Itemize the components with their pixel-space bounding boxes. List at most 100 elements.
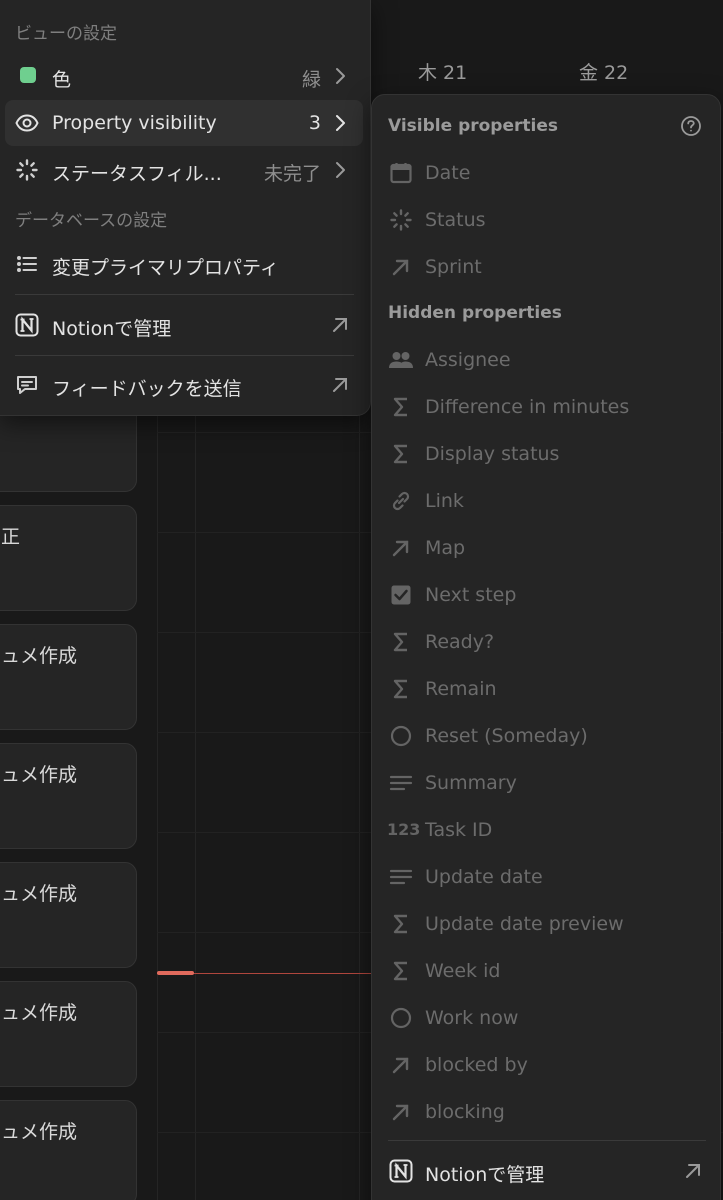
property-name: Display status xyxy=(425,443,560,465)
manage-in-notion-label: Notionで管理 xyxy=(52,318,172,340)
status-filter-label: ステータスフィル... xyxy=(52,163,222,185)
property-name: Link xyxy=(425,490,464,512)
property-name: Update date xyxy=(425,866,543,888)
color-swatch xyxy=(20,67,36,83)
property-row-date[interactable]: Date xyxy=(372,150,722,196)
list-icon xyxy=(15,252,39,276)
text-lines-icon xyxy=(388,865,414,889)
send-feedback-menu-item[interactable]: フィードバックを送信 xyxy=(5,362,363,408)
property-name: Update date preview xyxy=(425,913,624,935)
panel-divider xyxy=(388,1140,706,1141)
task-card[interactable]: 正 xyxy=(0,505,137,611)
property-row-sprint[interactable]: Sprint xyxy=(372,244,722,290)
property-row-ready[interactable]: Ready? xyxy=(372,619,722,665)
property-name: Status xyxy=(425,209,486,231)
property-row-work-now[interactable]: Work now xyxy=(372,995,722,1041)
feedback-chat-icon xyxy=(15,373,39,397)
property-row-reset-someday[interactable]: Reset (Someday) xyxy=(372,713,722,759)
property-name: Difference in minutes xyxy=(425,396,630,418)
task-card[interactable]: ュメ作成 xyxy=(0,1100,137,1200)
external-arrow-icon xyxy=(682,1160,704,1182)
property-row-update-date-preview[interactable]: Update date preview xyxy=(372,901,722,947)
day-header-thu[interactable]: 木 21 xyxy=(418,58,467,85)
formula-sigma-icon xyxy=(388,630,414,654)
task-card-title: ュメ作成 xyxy=(1,764,78,786)
view-settings-menu: ビューの設定 色 緑 Property visibility 3 ステータスフィ… xyxy=(0,0,371,416)
property-row-next-step[interactable]: Next step xyxy=(372,572,722,618)
relation-arrow-icon xyxy=(388,1100,414,1124)
property-visibility-menu-item[interactable]: Property visibility 3 xyxy=(5,100,363,146)
property-visibility-panel: Visible properties Date Status Sprint Hidd… xyxy=(371,94,721,1200)
task-card[interactable]: ュメ作成 xyxy=(0,981,137,1087)
task-card[interactable]: ュメ作成 xyxy=(0,743,137,849)
relation-arrow-icon xyxy=(388,1053,414,1077)
checkbox-icon xyxy=(388,583,414,607)
chevron-right-icon xyxy=(329,159,351,181)
people-icon xyxy=(388,348,414,372)
relation-arrow-icon xyxy=(388,255,414,279)
status-spinner-icon xyxy=(15,158,39,182)
property-row-difference-in-minutes[interactable]: Difference in minutes xyxy=(372,384,722,430)
property-name: Summary xyxy=(425,772,517,794)
task-card-title: ュメ作成 xyxy=(1,645,78,667)
visible-properties-heading: Visible properties xyxy=(388,116,558,136)
property-name: Assignee xyxy=(425,349,511,371)
primary-property-menu-item[interactable]: 変更プライマリプロパティ xyxy=(5,241,363,287)
formula-sigma-icon xyxy=(388,959,414,983)
calendar-icon xyxy=(388,161,414,185)
property-row-week-id[interactable]: Week id xyxy=(372,948,722,994)
manage-in-notion-footer[interactable]: Notionで管理 xyxy=(372,1148,722,1194)
manage-in-notion-footer-label: Notionで管理 xyxy=(425,1164,545,1186)
status-filter-menu-item[interactable]: ステータスフィル... 未完了 xyxy=(5,147,363,193)
send-feedback-label: フィードバックを送信 xyxy=(52,378,242,400)
external-arrow-icon xyxy=(329,374,351,396)
number-123-icon: 123 xyxy=(387,820,421,839)
property-row-blocking[interactable]: blocking xyxy=(372,1089,722,1135)
property-row-blocked-by[interactable]: blocked by xyxy=(372,1042,722,1088)
property-row-display-status[interactable]: Display status xyxy=(372,431,722,477)
property-name: Remain xyxy=(425,678,497,700)
task-card[interactable]: ュメ作成 xyxy=(0,862,137,968)
property-name: Date xyxy=(425,162,471,184)
task-card-title: ュメ作成 xyxy=(1,1121,78,1143)
property-name: Reset (Someday) xyxy=(425,725,588,747)
day-header-fri[interactable]: 金 22 xyxy=(579,58,628,85)
property-name: blocked by xyxy=(425,1054,528,1076)
help-icon[interactable] xyxy=(680,115,702,137)
formula-sigma-icon xyxy=(388,442,414,466)
property-row-status[interactable]: Status xyxy=(372,197,722,243)
circle-icon xyxy=(388,724,414,748)
color-menu-item[interactable]: 色 緑 xyxy=(5,53,363,99)
eye-icon xyxy=(15,111,39,135)
property-name: Work now xyxy=(425,1007,519,1029)
property-row-link[interactable]: Link xyxy=(372,478,722,524)
external-arrow-icon xyxy=(329,314,351,336)
current-time-marker xyxy=(157,971,194,975)
circle-icon xyxy=(388,1006,414,1030)
menu-divider xyxy=(15,355,354,356)
formula-sigma-icon xyxy=(388,677,414,701)
task-card-title: 正 xyxy=(1,526,21,548)
property-name: blocking xyxy=(425,1101,505,1123)
property-name: Next step xyxy=(425,584,517,606)
task-card[interactable]: ュメ作成 xyxy=(0,624,137,730)
property-row-task-id[interactable]: 123 Task ID xyxy=(372,807,722,853)
app-root: 木 21 金 22 正 ュメ作成 ュメ作成 ュメ作成 ュメ作成 ュメ作成 ビュー… xyxy=(0,0,723,1200)
property-row-remain[interactable]: Remain xyxy=(372,666,722,712)
property-name: Map xyxy=(425,537,466,559)
notion-logo-icon xyxy=(15,313,39,337)
chevron-right-icon xyxy=(329,112,351,134)
task-card-title: ュメ作成 xyxy=(1,883,78,905)
notion-logo-icon xyxy=(388,1159,414,1183)
manage-in-notion-menu-item[interactable]: Notionで管理 xyxy=(5,302,363,348)
property-visibility-count: 3 xyxy=(308,112,321,134)
property-row-update-date[interactable]: Update date xyxy=(372,854,722,900)
status-spinner-icon xyxy=(388,208,414,232)
property-row-summary[interactable]: Summary xyxy=(372,760,722,806)
property-name: Ready? xyxy=(425,631,495,653)
property-name: Week id xyxy=(425,960,501,982)
property-row-map[interactable]: Map xyxy=(372,525,722,571)
property-row-assignee[interactable]: Assignee xyxy=(372,337,722,383)
relation-arrow-icon xyxy=(388,536,414,560)
property-name: Sprint xyxy=(425,256,482,278)
